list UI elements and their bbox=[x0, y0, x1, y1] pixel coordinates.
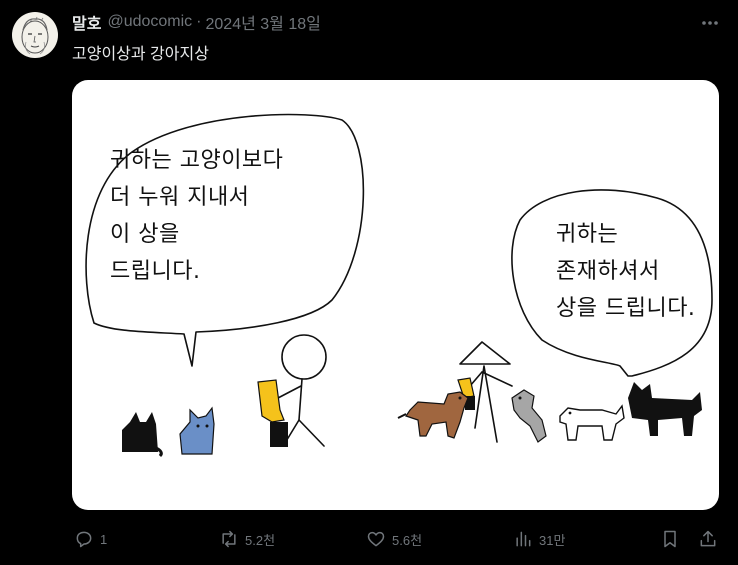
reply-button[interactable]: 1 bbox=[74, 527, 107, 551]
share-icon bbox=[700, 530, 716, 547]
white-dog bbox=[559, 404, 625, 441]
action-bar: 1 5.2천 5.6천 31만 bbox=[72, 527, 722, 551]
like-button[interactable]: 5.6천 bbox=[366, 527, 422, 551]
views-icon bbox=[516, 531, 531, 547]
repost-icon bbox=[222, 530, 236, 548]
brown-dog bbox=[397, 391, 469, 439]
avatar[interactable] bbox=[12, 12, 58, 58]
separator: · bbox=[196, 13, 202, 30]
author-row: 말호 @udocomic · 2024년 3월 18일 bbox=[72, 11, 321, 33]
author-display-name[interactable]: 말호 bbox=[72, 10, 101, 34]
bookmark-icon bbox=[664, 530, 676, 548]
avatar-face-drawing bbox=[21, 16, 49, 55]
yellow-trophy-left bbox=[257, 379, 288, 447]
share-button[interactable] bbox=[698, 527, 718, 551]
black-dog bbox=[628, 382, 702, 436]
post-date[interactable]: 2024년 3월 18일 bbox=[206, 10, 321, 34]
repost-count: 5.2천 bbox=[245, 532, 276, 548]
heart-icon bbox=[367, 531, 385, 547]
gray-dog bbox=[511, 389, 547, 443]
blue-cat-sitting bbox=[179, 406, 215, 455]
reply-count: 1 bbox=[100, 531, 108, 547]
author-handle[interactable]: @udocomic bbox=[107, 13, 192, 31]
comic-image[interactable]: 귀하는 고양이보다 더 누워 지내서 이 상을 드립니다. 귀하는 존재하셔서 … bbox=[72, 80, 719, 510]
repost-button[interactable]: 5.2천 bbox=[219, 527, 275, 551]
reply-icon bbox=[76, 531, 92, 548]
views-count: 31만 bbox=[539, 532, 566, 548]
black-cat-sitting bbox=[122, 412, 163, 458]
bookmark-button[interactable] bbox=[660, 527, 680, 551]
views-button[interactable]: 31만 bbox=[513, 527, 565, 551]
like-count: 5.6천 bbox=[392, 532, 423, 548]
more-icon bbox=[702, 21, 718, 25]
left-bubble-text: 귀하는 고양이보다 더 누워 지내서 이 상을 드립니다. bbox=[110, 148, 284, 284]
more-button[interactable] bbox=[698, 12, 722, 34]
tweet-text: 고양이상과 강아지상 bbox=[72, 46, 209, 63]
right-bubble-text: 귀하는 존재하셔서 상을 드립니다. bbox=[556, 222, 696, 321]
